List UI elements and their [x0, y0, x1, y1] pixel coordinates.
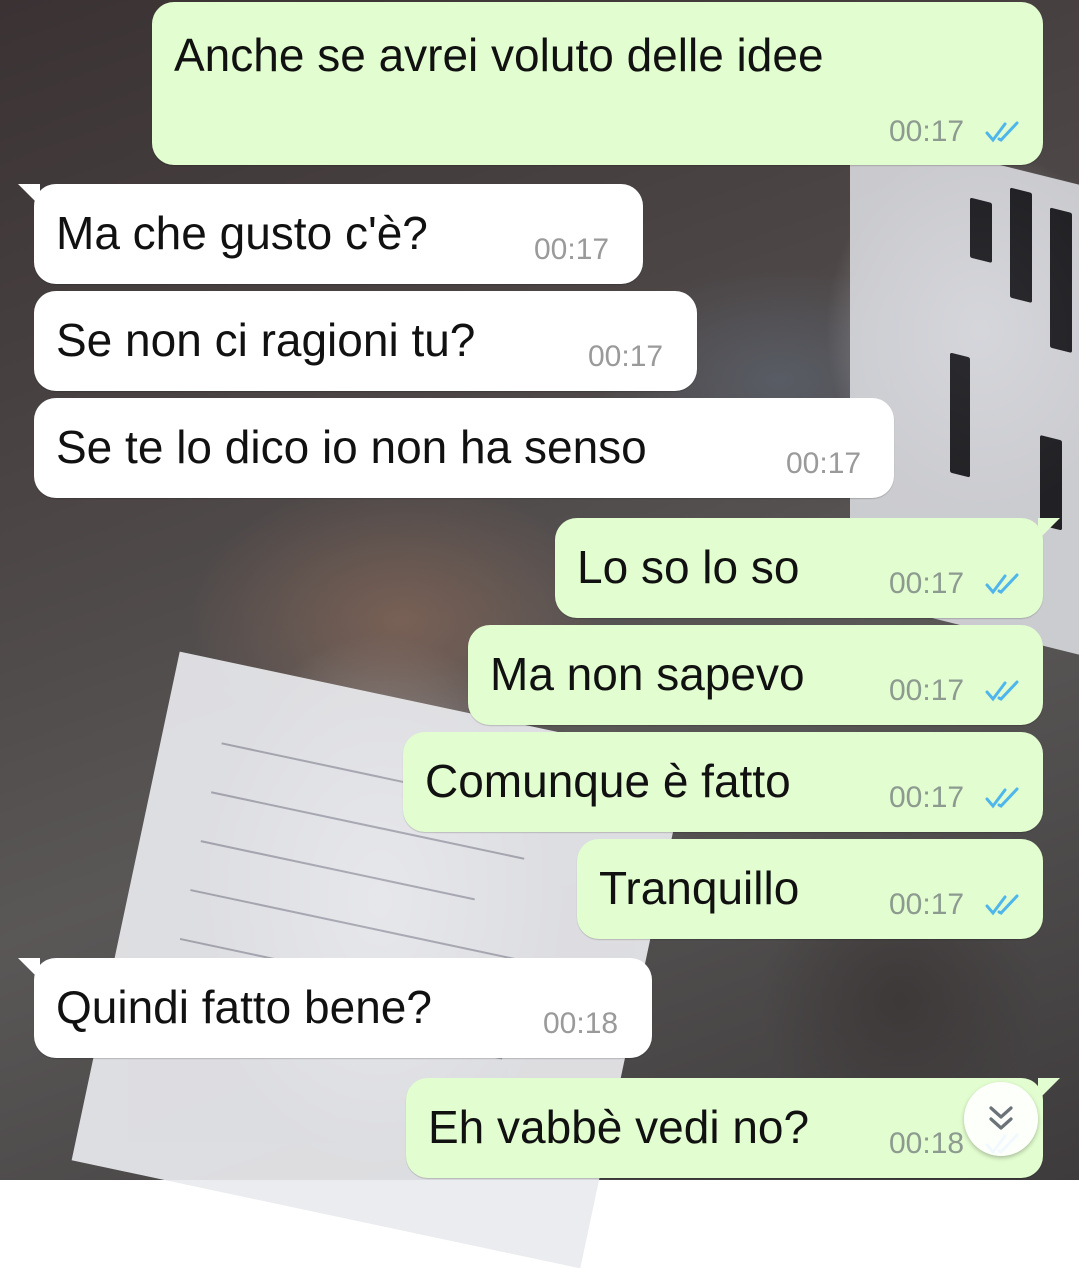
- message-bubble-outgoing[interactable]: Anche se avrei voluto delle idee 00:17: [152, 2, 1043, 165]
- message-time: 00:18: [889, 1127, 965, 1160]
- message-text: Se non ci ragioni tu?: [56, 314, 476, 366]
- double-check-icon: [985, 573, 1019, 595]
- message-bubble-outgoing[interactable]: Eh vabbè vedi no? 00:18: [406, 1078, 1043, 1178]
- message-time: 00:17: [534, 233, 610, 266]
- chevron-double-down-icon: [989, 1106, 1013, 1130]
- message-text: Ma che gusto c'è?: [56, 207, 428, 259]
- message-time: 00:17: [889, 567, 965, 600]
- message-text: Anche se avrei voluto delle idee: [174, 29, 824, 81]
- double-check-icon: [985, 787, 1019, 809]
- message-bubble-outgoing[interactable]: Tranquillo 00:17: [577, 839, 1043, 939]
- message-bubble-incoming[interactable]: Se te lo dico io non ha senso 00:17: [34, 398, 894, 498]
- message-text: Quindi fatto bene?: [56, 981, 432, 1033]
- message-text: Comunque è fatto: [425, 755, 791, 807]
- double-check-icon: [985, 894, 1019, 916]
- double-check-icon: [985, 680, 1019, 702]
- message-time: 00:17: [786, 447, 862, 480]
- message-bubble-outgoing[interactable]: Ma non sapevo 00:17: [468, 625, 1043, 725]
- message-text: Tranquillo: [599, 862, 800, 914]
- message-bubble-outgoing[interactable]: Comunque è fatto 00:17: [403, 732, 1043, 832]
- message-bubble-incoming[interactable]: Se non ci ragioni tu? 00:17: [34, 291, 697, 391]
- message-text: Ma non sapevo: [490, 648, 805, 700]
- message-time: 00:17: [889, 781, 965, 814]
- message-text: Se te lo dico io non ha senso: [56, 421, 647, 473]
- message-bubble-incoming[interactable]: Ma che gusto c'è? 00:17: [34, 184, 643, 284]
- message-time: 00:17: [588, 340, 664, 373]
- message-time: 00:18: [543, 1007, 619, 1040]
- message-bubble-incoming[interactable]: Quindi fatto bene? 00:18: [34, 958, 652, 1058]
- double-check-icon: [985, 121, 1019, 143]
- message-text: Eh vabbè vedi no?: [428, 1101, 810, 1153]
- message-time: 00:17: [889, 888, 965, 921]
- message-text: Lo so lo so: [577, 541, 800, 593]
- scroll-to-bottom-button[interactable]: [964, 1082, 1038, 1156]
- message-time: 00:17: [889, 115, 965, 148]
- message-time: 00:17: [889, 674, 965, 707]
- message-bubble-outgoing[interactable]: Lo so lo so 00:17: [555, 518, 1043, 618]
